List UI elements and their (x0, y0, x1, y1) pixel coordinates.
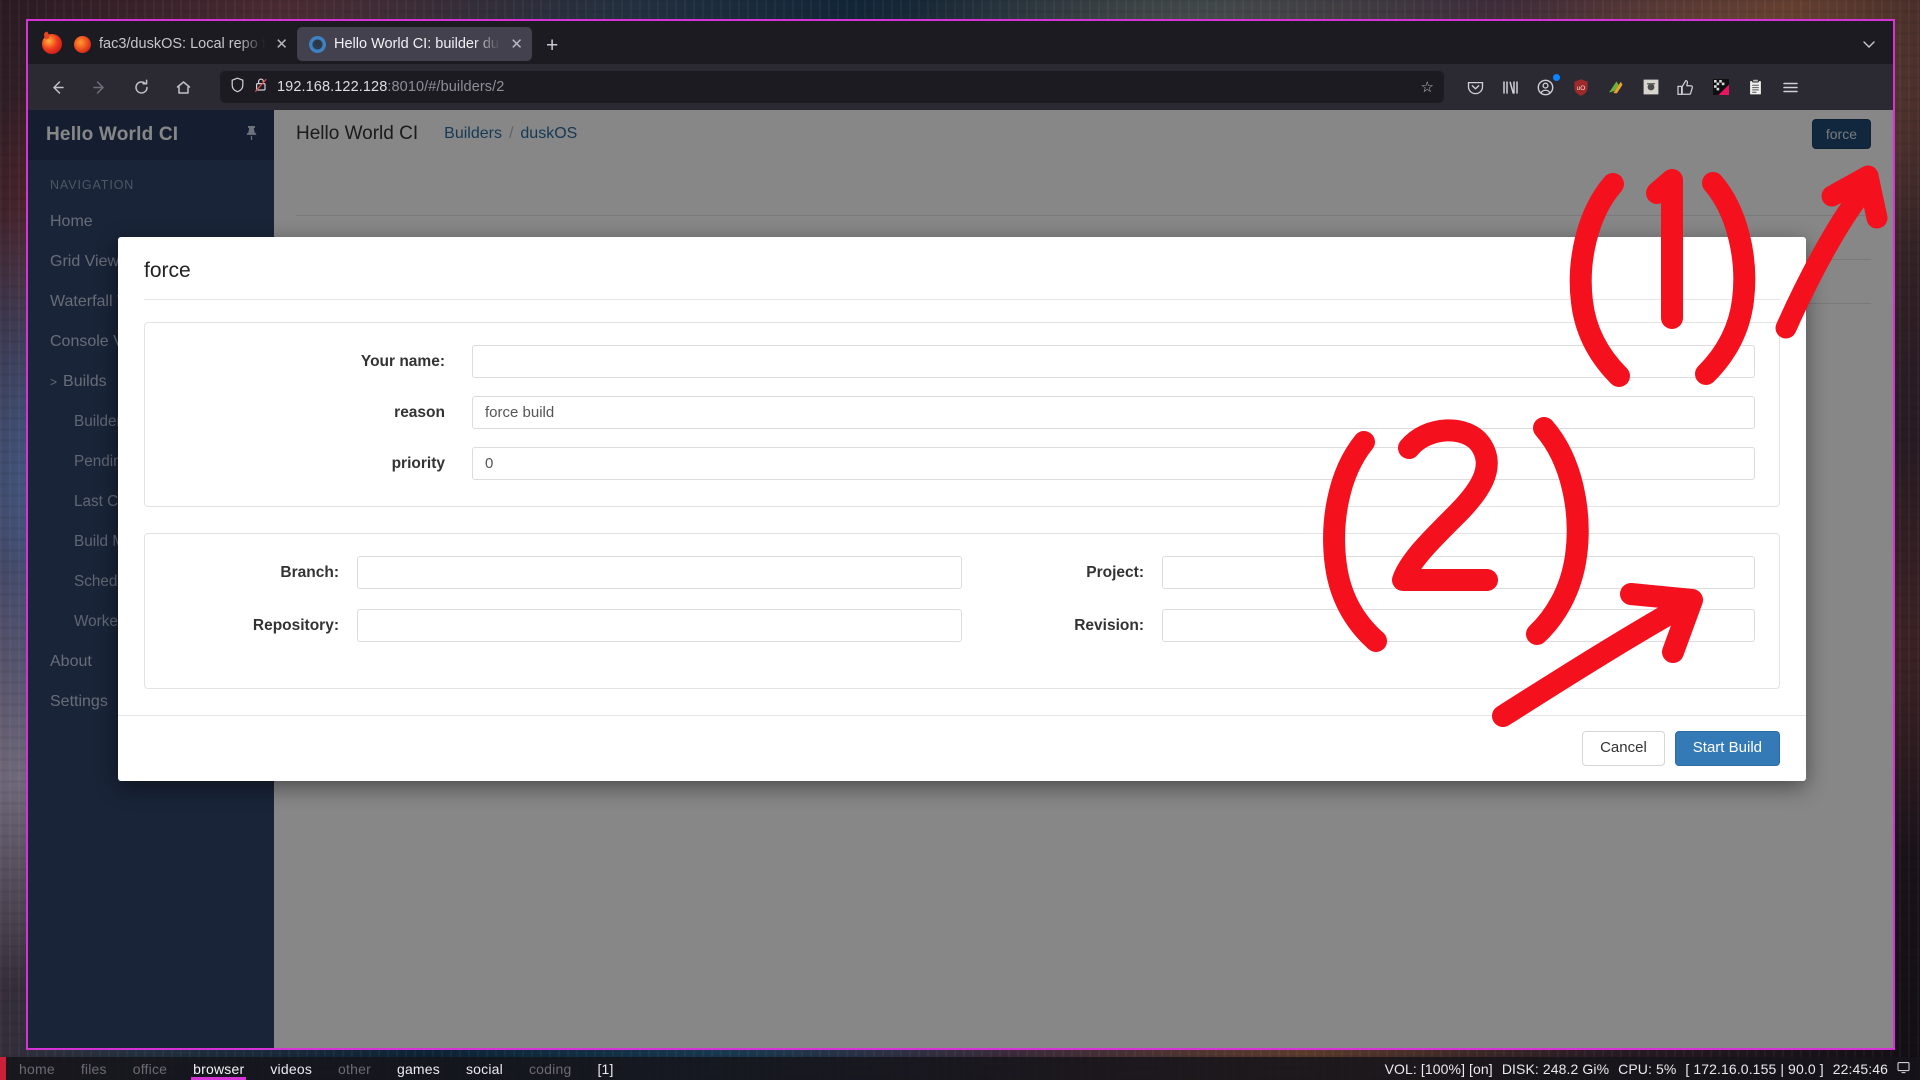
toolbar-icons: uO (1458, 72, 1808, 102)
status-volume: VOL: [100%] [on] (1384, 1060, 1493, 1077)
new-tab-button[interactable]: + (532, 35, 572, 64)
field-row-your-name: Your name: (169, 345, 1755, 378)
taskbar-tag-social[interactable]: social (453, 1057, 516, 1080)
field-row-priority: priority 0 (169, 447, 1755, 480)
library-icon[interactable] (1495, 72, 1526, 102)
browser-tab-2[interactable]: Hello World CI: builder dus ✕ (297, 27, 532, 61)
list-all-tabs-icon[interactable] (1851, 37, 1887, 64)
monitor-icon[interactable] (1897, 1061, 1910, 1077)
modal-header: force (118, 237, 1806, 299)
account-icon[interactable] (1530, 72, 1561, 102)
field-row-project: Project: (962, 556, 1755, 589)
app-menu-icon[interactable] (1775, 72, 1806, 102)
tracking-protection-shield-icon[interactable] (230, 77, 245, 98)
build-properties-panel: Your name: reason force build priority 0 (144, 322, 1780, 507)
taskbar-tag-other[interactable]: other (325, 1057, 384, 1080)
source-stamp-panel: Branch: Repository: Project: Revision: (144, 533, 1780, 689)
taskbar-tag-games[interactable]: games (384, 1057, 453, 1080)
modal-footer: Cancel Start Build (118, 715, 1806, 781)
taskbar-tag-files[interactable]: files (68, 1057, 120, 1080)
tab-title: Hello World CI: builder dus (334, 36, 501, 52)
navigation-toolbar: 192.168.122.128:8010/#/builders/2 ☆ uO (28, 64, 1893, 110)
bookmark-star-icon[interactable]: ☆ (1421, 78, 1434, 96)
tab-strip: fac3/duskOS: Local repo fo ✕ Hello World… (28, 21, 1893, 64)
home-icon[interactable] (166, 71, 200, 103)
project-input[interactable] (1162, 556, 1755, 589)
reload-icon[interactable] (124, 71, 158, 103)
firefox-logo-icon (42, 34, 62, 54)
your-name-input[interactable] (472, 345, 1755, 378)
taskbar-tag-browser[interactable]: browser (180, 1057, 257, 1080)
tab-title: fac3/duskOS: Local repo fo (99, 36, 266, 52)
status-disk: DISK: 248.2 Gi% (1501, 1060, 1610, 1077)
taskbar-status: VOL: [100%] [on] DISK: 248.2 Gi% CPU: 5%… (1385, 1061, 1920, 1077)
field-row-repository: Repository: (169, 609, 962, 642)
status-clock: 22:45:46 (1832, 1060, 1888, 1077)
source-stamp-right-column: Project: Revision: (962, 556, 1755, 662)
reason-input[interactable]: force build (472, 396, 1755, 429)
modal-title: force (144, 259, 191, 282)
taskbar-window-count: [1] (597, 1060, 614, 1077)
status-cpu: CPU: 5% (1618, 1060, 1677, 1077)
modal-divider (144, 299, 1780, 300)
repository-input[interactable] (357, 609, 962, 642)
buildbot-favicon-icon (309, 35, 326, 53)
field-row-reason: reason force build (169, 396, 1755, 429)
pocket-icon[interactable] (1460, 72, 1491, 102)
close-icon[interactable]: ✕ (273, 37, 288, 52)
url-bar[interactable]: 192.168.122.128:8010/#/builders/2 ☆ (220, 71, 1444, 103)
clipboard-icon[interactable] (1740, 72, 1771, 102)
force-build-modal: force Your name: reason force build prio… (118, 237, 1806, 781)
browser-window: fac3/duskOS: Local repo fo ✕ Hello World… (26, 19, 1895, 1050)
field-label-revision: Revision: (1074, 616, 1144, 634)
page-viewport: Hello World CI NAVIGATION Home Grid View… (28, 110, 1893, 1048)
extension-icon[interactable] (1600, 72, 1631, 102)
taskbar: home files office browser videos other g… (0, 1057, 1920, 1080)
cancel-button[interactable]: Cancel (1582, 731, 1665, 766)
firefox-favicon-icon (74, 35, 91, 53)
account-badge (1553, 74, 1560, 81)
source-stamp-grid: Branch: Repository: Project: Revision: (169, 556, 1755, 662)
screenshot-extension-icon[interactable] (1635, 72, 1666, 102)
taskbar-tag-home[interactable]: home (6, 1057, 68, 1080)
back-arrow-icon[interactable] (40, 71, 74, 103)
taskbar-tag-coding[interactable]: coding (516, 1057, 584, 1080)
url-path: :8010/#/builders/2 (387, 79, 505, 95)
field-label-project: Project: (1086, 563, 1144, 581)
taskbar-workspaces: home files office browser videos other g… (0, 1057, 627, 1080)
field-label-repository: Repository: (252, 616, 339, 634)
field-label-priority: priority (391, 454, 445, 472)
colorzilla-icon[interactable] (1705, 72, 1736, 102)
source-stamp-left-column: Branch: Repository: (169, 556, 962, 662)
svg-text:uO: uO (1576, 85, 1585, 92)
modal-body: Your name: reason force build priority 0 (118, 322, 1806, 689)
branch-input[interactable] (357, 556, 962, 589)
thumb-extension-icon[interactable] (1670, 72, 1701, 102)
status-network: [ 172.16.0.155 | 90.0 ] (1685, 1060, 1824, 1077)
taskbar-tag-videos[interactable]: videos (257, 1057, 325, 1080)
field-label-branch: Branch: (280, 563, 339, 581)
url-host: 192.168.122.128 (277, 79, 388, 95)
field-label-your-name: Your name: (360, 352, 445, 370)
close-icon[interactable]: ✕ (508, 37, 523, 52)
priority-input[interactable]: 0 (472, 447, 1755, 480)
ublock-origin-icon[interactable]: uO (1565, 72, 1596, 102)
insecure-connection-icon[interactable] (254, 77, 268, 98)
url-text: 192.168.122.128:8010/#/builders/2 (277, 79, 504, 95)
browser-tab-1[interactable]: fac3/duskOS: Local repo fo ✕ (62, 27, 297, 61)
forward-arrow-icon[interactable] (82, 71, 116, 103)
field-row-branch: Branch: (169, 556, 962, 589)
revision-input[interactable] (1162, 609, 1755, 642)
field-label-reason: reason (394, 403, 445, 421)
taskbar-tag-office[interactable]: office (120, 1057, 180, 1080)
start-build-button[interactable]: Start Build (1674, 731, 1780, 766)
field-row-revision: Revision: (962, 609, 1755, 642)
